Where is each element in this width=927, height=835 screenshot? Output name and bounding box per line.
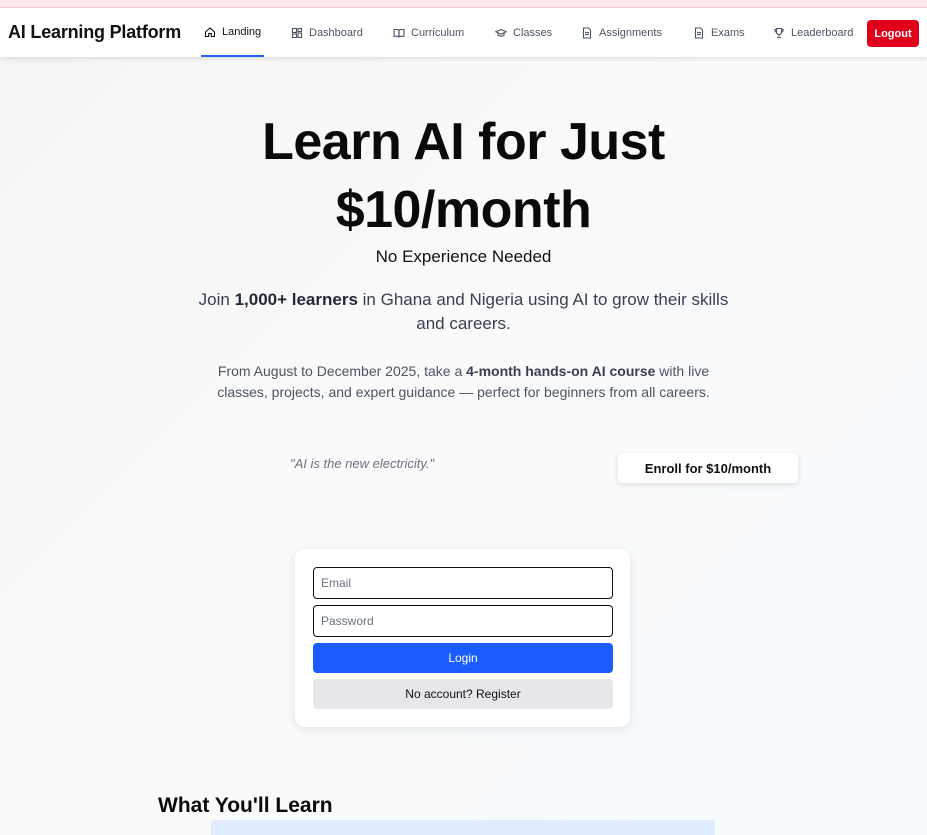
nav-label: Dashboard [309, 26, 363, 39]
trophy-icon [773, 27, 785, 39]
enroll-button[interactable]: Enroll for $10/month [618, 453, 798, 483]
nav-item-leaderboard[interactable]: Leaderboard [770, 8, 856, 57]
hero-desc-suffix: in Ghana and Nigeria using AI to grow th… [357, 290, 729, 333]
email-field[interactable] [313, 567, 613, 599]
nav-item-dashboard[interactable]: Dashboard [288, 8, 366, 57]
dashboard-icon [291, 27, 303, 39]
top-navbar: AI Learning Platform Landing Dashboard C… [0, 8, 927, 57]
login-button[interactable]: Login [313, 643, 613, 673]
login-card: Login No account? Register [295, 549, 630, 727]
hero-title: Learn AI for Just $10/month [0, 108, 927, 244]
nav-item-landing[interactable]: Landing [201, 8, 265, 57]
hero-quote: "AI is the new electricity." [290, 456, 435, 471]
hero-detail-prefix: From August to December 2025, take a [217, 363, 467, 379]
hero-description: Join 1,000+ learners in Ghana and Nigeri… [190, 288, 737, 336]
book-icon [393, 27, 405, 39]
home-icon [204, 26, 216, 38]
register-button[interactable]: No account? Register [313, 679, 613, 709]
nav-item-assignments[interactable]: Assignments [578, 8, 665, 57]
nav-label: Classes [513, 26, 553, 39]
nav-label: Exams [711, 26, 745, 39]
hero-subtitle: No Experience Needed [375, 247, 552, 266]
hero-detail-bold: 4-month hands-on AI course [466, 363, 656, 379]
nav-label: Landing [222, 25, 262, 38]
nav-label: Assignments [599, 26, 662, 39]
logout-button[interactable]: Logout [867, 20, 919, 47]
graduation-cap-icon [495, 27, 507, 39]
hero-title-line-2: $10/month [335, 181, 592, 239]
password-field[interactable] [313, 605, 613, 637]
hero-detail: From August to December 2025, take a 4-m… [210, 361, 717, 403]
brand-logo: AI Learning Platform [8, 22, 182, 42]
document-icon [581, 26, 593, 39]
learn-content-box [211, 820, 715, 835]
hero-desc-prefix: Join [198, 290, 235, 309]
hero-title-line-1: Learn AI for Just [262, 113, 665, 171]
nav-item-classes[interactable]: Classes [492, 8, 555, 57]
nav-label: Curriculum [411, 26, 465, 39]
nav-label: Leaderboard [791, 26, 854, 39]
nav-item-curriculum[interactable]: Curriculum [390, 8, 467, 57]
hero-desc-bold: 1,000+ learners [234, 290, 358, 309]
document-icon [693, 26, 705, 39]
nav-item-exams[interactable]: Exams [690, 8, 748, 57]
browser-top-strip [0, 0, 927, 8]
section-title: What You'll Learn [158, 794, 333, 817]
